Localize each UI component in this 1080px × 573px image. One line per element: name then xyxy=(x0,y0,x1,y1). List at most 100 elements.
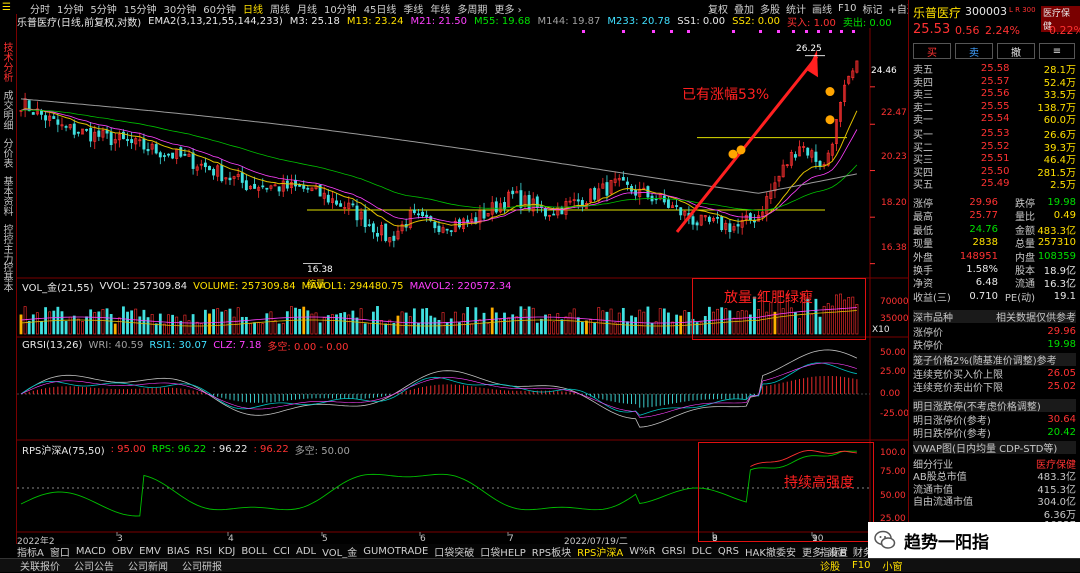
ema-sell: 卖出: 0.00 xyxy=(842,18,892,29)
status-mini[interactable]: 小窗 xyxy=(882,558,902,573)
indicator-tab-7[interactable]: KDJ xyxy=(218,546,235,557)
candle-body xyxy=(625,181,629,185)
timeframe-10[interactable]: 45日线 xyxy=(364,1,397,16)
timeframe-11[interactable]: 季线 xyxy=(403,1,423,16)
volume-bar xyxy=(376,306,379,335)
status-diagnose[interactable]: 诊股 xyxy=(820,558,840,573)
grsi-wri: WRI: 40.59 xyxy=(88,339,144,351)
indicator-tab-22[interactable]: 更多 xyxy=(802,544,822,559)
signal-dot xyxy=(732,30,735,33)
top-tool-0[interactable]: 复权 xyxy=(708,1,728,16)
volume-bar xyxy=(142,309,146,335)
indicator-tab-9[interactable]: CCI xyxy=(273,546,290,557)
indicator-tab-15[interactable]: RPS板块 xyxy=(532,544,571,559)
indicator-tab-2[interactable]: MACD xyxy=(76,546,106,557)
info-row: 6.36万 xyxy=(913,507,1076,521)
volume-bar xyxy=(687,312,691,335)
indicator-tab-18[interactable]: GRSI xyxy=(662,546,686,557)
indicator-tab-5[interactable]: BIAS xyxy=(167,546,190,557)
cage-value: 25.02 xyxy=(1047,381,1076,392)
stat-value: 16.3亿 xyxy=(1043,279,1076,291)
status-link-3[interactable]: 公司研报 xyxy=(182,558,222,573)
ask-price: 25.56 xyxy=(980,88,1010,100)
rps-label[interactable]: RPS沪深A(75,50) xyxy=(22,442,105,457)
candle-body xyxy=(162,155,166,157)
corner-icon[interactable]: ☰ xyxy=(2,2,11,13)
strip-item-ctrl[interactable]: 控基本 xyxy=(1,264,16,294)
last-price: 25.53 xyxy=(913,22,951,37)
timeframe-7[interactable]: 周线 xyxy=(270,1,290,16)
ask-price: 25.54 xyxy=(980,113,1010,125)
indicator-tab-1[interactable]: 窗口 xyxy=(50,544,70,559)
indicator-tab-10[interactable]: ADL xyxy=(296,546,316,557)
candle-body xyxy=(371,223,375,233)
candle-body xyxy=(720,216,724,231)
vol-label[interactable]: VOL_金(21,55) xyxy=(22,279,94,294)
candle-body xyxy=(253,183,257,189)
strip-item-price-table[interactable]: 分价表 xyxy=(1,140,16,170)
indicator-tab-21[interactable]: HAK撤委安 xyxy=(745,544,796,559)
indicator-tab-19[interactable]: DLC xyxy=(692,546,712,557)
timeframe-9[interactable]: 10分钟 xyxy=(324,1,357,16)
candle-body xyxy=(417,213,420,216)
top-tool-1[interactable]: 叠加 xyxy=(734,1,754,16)
strip-item-detail[interactable]: 成交明细 xyxy=(1,92,16,132)
ask-level-label: 卖一 xyxy=(913,115,933,127)
volume-bar xyxy=(560,319,564,335)
tab-indicator-b[interactable]: 指标B xyxy=(820,544,847,559)
top-tool-5[interactable]: F10 xyxy=(838,3,856,14)
volume-bar xyxy=(52,310,56,335)
indicator-tab-17[interactable]: W%R xyxy=(629,546,655,557)
sell-button[interactable]: 卖 xyxy=(955,43,993,59)
status-link-1[interactable]: 公司公告 xyxy=(74,558,114,573)
grsi-label[interactable]: GRSI(13,26) xyxy=(22,340,82,351)
candle-body xyxy=(171,152,175,159)
cancel-order-button[interactable]: 撤 xyxy=(997,43,1035,59)
strip-item-tech[interactable]: 技术分析 xyxy=(1,44,16,84)
indicator-tab-14[interactable]: 口袋HELP xyxy=(480,544,525,559)
vol-axis-label: 35000 xyxy=(880,314,909,324)
indicator-tab-13[interactable]: 口袋突破 xyxy=(434,544,474,559)
strip-item-basic[interactable]: 基本资料 xyxy=(1,178,16,218)
ema-m144: M144: 19.87 xyxy=(537,16,601,27)
top-tool-2[interactable]: 多股 xyxy=(760,1,780,16)
candle-body xyxy=(544,208,547,217)
volume-bar xyxy=(273,320,277,335)
indicator-tab-3[interactable]: OBV xyxy=(112,546,133,557)
volume-bar xyxy=(515,316,519,335)
indicator-tab-0[interactable]: 指标A xyxy=(17,544,44,559)
volume-bar xyxy=(261,323,265,335)
menu-button[interactable]: ≡ xyxy=(1039,43,1075,59)
volume-bar xyxy=(388,319,392,335)
timeframe-13[interactable]: 多周期 xyxy=(457,1,487,16)
timeframe-12[interactable]: 年线 xyxy=(430,1,450,16)
status-link-0[interactable]: 关联报价 xyxy=(20,558,60,573)
indicator-tab-6[interactable]: RSI xyxy=(196,546,212,557)
indicator-tab-11[interactable]: VOL_金 xyxy=(322,544,357,559)
buy-button[interactable]: 买 xyxy=(913,43,951,59)
price-axis-label: 16.38 xyxy=(881,243,907,253)
indicator-tab-16[interactable]: RPS沪深A xyxy=(577,544,623,559)
timeframe-6[interactable]: 日线 xyxy=(243,1,263,16)
indicator-tab-8[interactable]: BOLL xyxy=(241,546,267,557)
section-vwap: VWAP图(日内均量 CDP-STD等) xyxy=(913,440,1076,455)
volume-bar xyxy=(167,314,170,335)
timeframe-5[interactable]: 60分钟 xyxy=(203,1,236,16)
price-axis-label: 24.46 xyxy=(871,66,897,76)
price-axis-label: 18.20 xyxy=(881,198,907,208)
indicator-tab-12[interactable]: GUMOTRADE xyxy=(363,546,428,557)
indicator-tab-20[interactable]: QRS xyxy=(718,546,739,557)
volume-bar xyxy=(363,323,367,335)
stat-value: 24.76 xyxy=(969,223,998,235)
timeframe-8[interactable]: 月线 xyxy=(297,1,317,16)
candle-body xyxy=(154,144,158,154)
timeframe-14[interactable]: 更多 › xyxy=(494,1,521,16)
strip-item-main-force[interactable]: 控控主力 xyxy=(1,226,16,266)
timeframe-4[interactable]: 30分钟 xyxy=(163,1,196,16)
stock-tag: L R 300 xyxy=(1009,6,1036,14)
indicator-tab-4[interactable]: EMV xyxy=(139,546,161,557)
status-link-2[interactable]: 公司新闻 xyxy=(128,558,168,573)
section-title[interactable]: VWAP图(日内均量 CDP-STD等) xyxy=(913,440,1057,455)
candle-body xyxy=(691,216,695,225)
status-f10[interactable]: F10 xyxy=(852,560,870,571)
